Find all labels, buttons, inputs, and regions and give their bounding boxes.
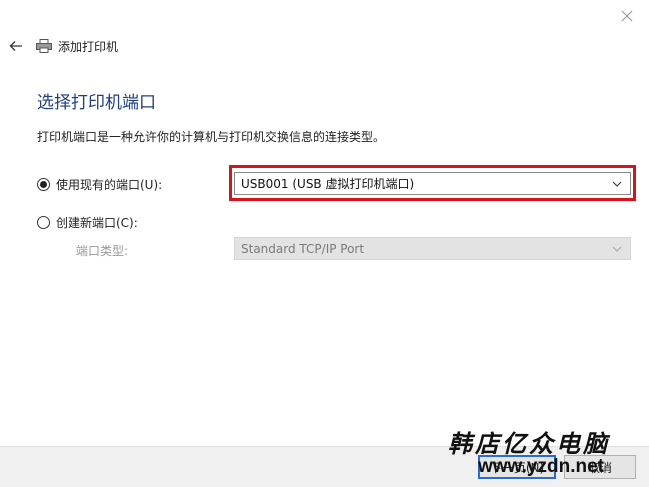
radio-selected-dot — [40, 180, 47, 188]
existing-port-value: USB001 (USB 虚拟打印机端口) — [241, 177, 415, 191]
description-text: 打印机端口是一种允许你的计算机与打印机交换信息的连接类型。 — [37, 130, 386, 144]
back-arrow-icon — [9, 41, 22, 51]
port-type-select: Standard TCP/IP Port — [234, 237, 631, 260]
page-title: 选择打印机端口 — [37, 93, 156, 113]
header-title: 添加打印机 — [58, 39, 119, 54]
use-existing-port-option[interactable]: 使用现有的端口(U): — [37, 174, 162, 194]
close-button[interactable] — [615, 4, 639, 28]
use-existing-port-label: 使用现有的端口(U): — [56, 177, 163, 192]
use-existing-port-radio[interactable] — [37, 177, 50, 191]
create-new-port-option[interactable]: 创建新端口(C): — [37, 212, 138, 232]
cancel-button[interactable]: 取消 — [564, 455, 636, 479]
port-type-label: 端口类型: — [76, 244, 129, 258]
existing-port-select[interactable]: USB001 (USB 虚拟打印机端口) — [234, 172, 631, 195]
port-type-value: Standard TCP/IP Port — [241, 241, 365, 256]
back-button[interactable] — [6, 36, 26, 56]
next-button[interactable]: 下一页(N) — [478, 455, 556, 479]
close-icon — [621, 10, 633, 22]
chevron-down-icon — [612, 181, 622, 187]
printer-icon — [36, 39, 52, 53]
header: 添加打印机 — [36, 36, 118, 56]
create-new-port-label: 创建新端口(C): — [56, 215, 138, 230]
create-new-port-radio[interactable] — [37, 215, 50, 229]
chevron-down-icon — [612, 246, 622, 252]
